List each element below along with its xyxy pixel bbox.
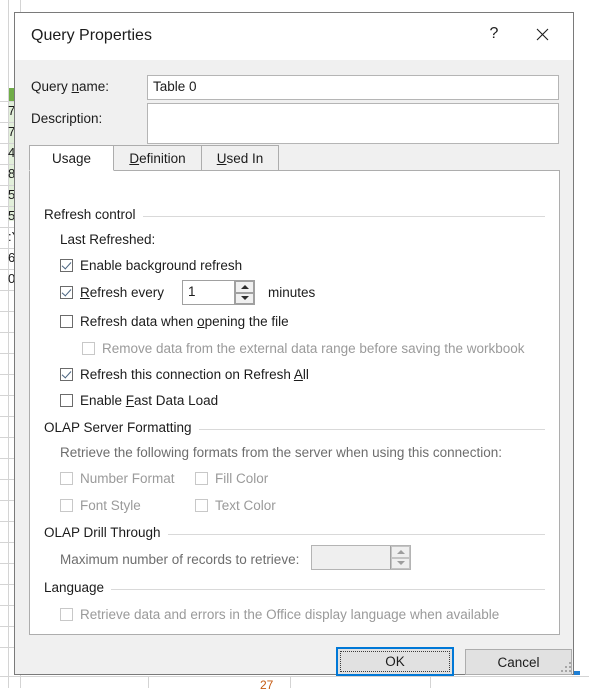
checkbox-enable-background-refresh[interactable]: Enable background refresh <box>60 258 242 273</box>
spinner-buttons <box>390 546 410 569</box>
query-name-input[interactable]: Table 0 <box>147 75 559 100</box>
description-input[interactable] <box>147 103 559 144</box>
checkbox-remove-external-data: Remove data from the external data range… <box>82 341 525 356</box>
checkbox-box <box>60 286 73 299</box>
checkbox-box <box>60 368 73 381</box>
checkbox-fill-color: Fill Color <box>195 471 268 486</box>
ok-button-label: OK <box>385 654 405 669</box>
olap-formats-description: Retrieve the following formats from the … <box>60 445 502 460</box>
group-rule <box>44 589 545 590</box>
checkbox-label: Remove data from the external data range… <box>102 341 525 356</box>
checkbox-box <box>60 259 73 272</box>
cancel-button[interactable]: Cancel <box>465 649 572 675</box>
tab-definition[interactable]: Definition <box>113 145 202 171</box>
checkbox-box <box>60 394 73 407</box>
checkbox-box <box>82 342 95 355</box>
bg-bottom-cell-value: 27 <box>260 678 273 692</box>
tab-usage[interactable]: Usage <box>29 145 114 171</box>
checkbox-label: Text Color <box>215 498 276 513</box>
close-icon[interactable] <box>525 19 559 49</box>
group-refresh-control: Refresh control <box>44 207 545 225</box>
checkbox-box <box>60 315 73 328</box>
refresh-interval-spinner[interactable]: 1 <box>182 280 255 305</box>
group-language-label: Language <box>44 580 111 595</box>
spinner-up-icon <box>391 546 410 558</box>
spinner-buttons <box>234 281 254 304</box>
checkbox-refresh-on-refresh-all[interactable]: Refresh this connection on Refresh All <box>60 367 309 382</box>
checkbox-label: Number Format <box>80 471 175 486</box>
refresh-interval-value[interactable]: 1 <box>183 281 234 304</box>
checkbox-label: Refresh this connection on Refresh All <box>80 367 309 382</box>
checkbox-label: Refresh every <box>80 285 164 300</box>
checkbox-enable-fast-data-load[interactable]: Enable Fast Data Load <box>60 393 218 408</box>
spinner-up-icon[interactable] <box>235 281 254 293</box>
max-records-value <box>312 546 390 569</box>
minutes-label: minutes <box>268 285 315 300</box>
group-olap-server-formatting-label: OLAP Server Formatting <box>44 420 199 435</box>
max-records-label: Maximum number of records to retrieve: <box>60 552 299 567</box>
checkbox-label: Retrieve data and errors in the Office d… <box>80 607 499 622</box>
query-name-label: Query name: <box>31 79 109 94</box>
spinner-down-icon[interactable] <box>235 293 254 305</box>
resize-grip-icon[interactable] <box>559 660 571 672</box>
checkbox-box <box>195 472 208 485</box>
group-refresh-control-label: Refresh control <box>44 207 143 222</box>
description-label: Description: <box>31 111 102 126</box>
checkbox-label: Enable background refresh <box>80 258 242 273</box>
tab-used-in-label: Used In <box>217 151 264 166</box>
group-language: Language <box>44 580 545 598</box>
checkbox-box <box>60 472 73 485</box>
checkbox-text-color: Text Color <box>195 498 276 513</box>
tab-definition-label: Definition <box>129 151 185 166</box>
max-records-spinner <box>311 545 411 570</box>
last-refreshed-label: Last Refreshed: <box>60 232 155 247</box>
checkbox-box <box>60 499 73 512</box>
tab-used-in[interactable]: Used In <box>201 145 279 171</box>
checkbox-number-format: Number Format <box>60 471 175 486</box>
checkbox-box <box>60 608 73 621</box>
checkbox-label: Fill Color <box>215 471 268 486</box>
checkbox-retrieve-office-language: Retrieve data and errors in the Office d… <box>60 607 499 622</box>
group-olap-drill-through: OLAP Drill Through <box>44 525 545 543</box>
checkbox-label: Enable Fast Data Load <box>80 393 218 408</box>
checkbox-box <box>195 499 208 512</box>
query-properties-dialog: Query Properties ? Query name: Table 0 D… <box>14 12 574 675</box>
checkbox-refresh-data-on-open[interactable]: Refresh data when opening the file <box>60 314 289 329</box>
spinner-down-icon <box>391 558 410 570</box>
ok-button[interactable]: OK <box>336 647 454 676</box>
checkbox-label: Font Style <box>80 498 141 513</box>
tabpanel-usage: Refresh control Last Refreshed: Enable b… <box>29 170 560 635</box>
dialog-header-fields: Query name: Table 0 Description: <box>15 60 573 143</box>
cancel-button-label: Cancel <box>497 655 539 670</box>
group-olap-server-formatting: OLAP Server Formatting <box>44 420 545 438</box>
group-olap-drill-through-label: OLAP Drill Through <box>44 525 168 540</box>
checkbox-font-style: Font Style <box>60 498 141 513</box>
tab-usage-label: Usage <box>52 151 91 166</box>
dialog-title: Query Properties <box>31 27 152 45</box>
checkbox-label: Refresh data when opening the file <box>80 314 289 329</box>
tabstrip: Usage Definition Used In <box>29 145 560 171</box>
checkbox-refresh-every[interactable]: Refresh every <box>60 285 164 300</box>
dialog-titlebar: Query Properties ? <box>15 13 573 60</box>
help-icon[interactable]: ? <box>477 19 511 49</box>
